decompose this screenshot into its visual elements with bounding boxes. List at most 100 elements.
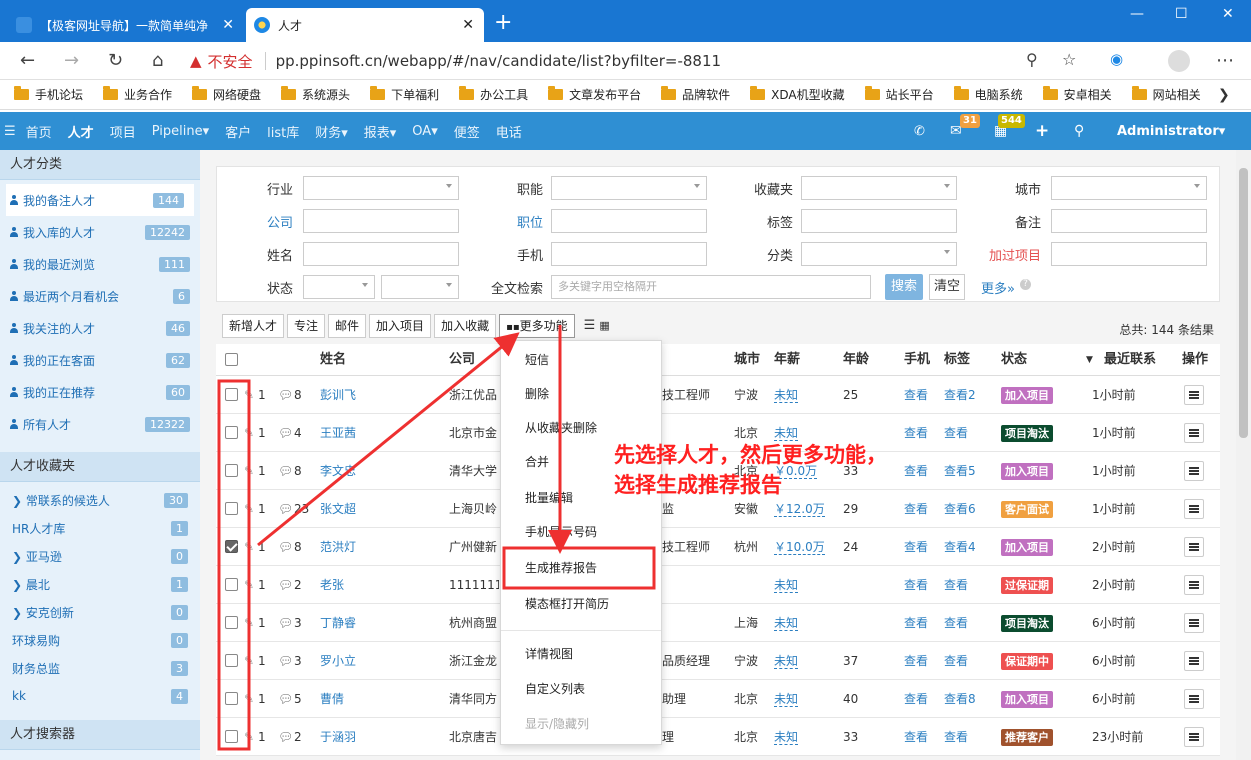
view-phone-link[interactable]: 查看 bbox=[904, 452, 928, 490]
bookmark[interactable]: XDA机型收藏 bbox=[750, 86, 845, 103]
view-phone-link[interactable]: 查看 bbox=[904, 642, 928, 680]
extension-icon[interactable]: ◉ bbox=[1110, 50, 1123, 68]
url-field[interactable]: ▲ 不安全 pp.ppinsoft.cn/webapp/#/nav/candid… bbox=[190, 46, 1090, 76]
sidebar-item[interactable]: 我入库的人才 12242 bbox=[0, 216, 200, 248]
sidebar-item[interactable]: 我的正在推荐 60 bbox=[0, 376, 200, 408]
table-row[interactable]: ✎ 1 💬︎2 老张 11111111 未知 查看查看 过保证期 2小时前 bbox=[216, 566, 1220, 604]
comment-icon[interactable]: 💬︎ bbox=[278, 604, 293, 642]
row-menu-icon[interactable] bbox=[1184, 423, 1204, 443]
candidate-name-link[interactable]: 罗小立 bbox=[320, 642, 356, 680]
pencil-icon[interactable]: ✎ bbox=[244, 414, 254, 452]
row-checkbox[interactable] bbox=[225, 578, 238, 591]
reload-icon[interactable]: ↻ bbox=[108, 50, 123, 71]
help-icon[interactable]: ? bbox=[1020, 279, 1031, 290]
nav-oa[interactable]: OA▾ bbox=[412, 124, 437, 139]
salary-link[interactable]: 未知 bbox=[774, 730, 799, 745]
comment-icon[interactable]: 💬︎ bbox=[278, 642, 293, 680]
filter-label-link[interactable]: 公司 bbox=[233, 212, 293, 231]
table-row[interactable]: ✎ 1 💬︎ 3 罗小立 浙江金龙 品质经理 宁波 未知 37 查看 查看 保证期中 6小时前 bbox=[216, 642, 1220, 680]
favorite-folder[interactable]: ❯ 安克创新 0 bbox=[0, 598, 200, 626]
col-tag[interactable]: 标签 bbox=[944, 344, 970, 376]
bookmark[interactable]: 网站相关 bbox=[1131, 86, 1201, 103]
salary-link[interactable]: ￥10.0万 bbox=[774, 540, 825, 555]
row-checkbox[interactable] bbox=[225, 426, 238, 439]
favorite-folder[interactable]: kk 4 bbox=[0, 682, 200, 710]
table-row[interactable]: ✎ 1 💬︎ 2 于涵羽 北京唐吉 理 北京 未知 33 查看 查看 推荐客户 23小时前 bbox=[216, 718, 1220, 756]
sidebar-item[interactable]: 所有人才 12322 bbox=[0, 408, 200, 440]
comment-icon[interactable]: 💬︎ bbox=[278, 680, 293, 718]
row-menu-icon[interactable] bbox=[1184, 537, 1204, 557]
back-icon[interactable]: ← bbox=[20, 50, 35, 71]
pencil-icon[interactable]: ✎ bbox=[244, 528, 254, 566]
new-tab-button[interactable]: + bbox=[494, 10, 512, 35]
view-tag-link[interactable]: 查看 bbox=[944, 414, 968, 452]
row-menu-icon[interactable] bbox=[1184, 689, 1204, 709]
bookmark[interactable]: 站长平台 bbox=[864, 86, 934, 103]
minimize-icon[interactable]: — bbox=[1130, 6, 1144, 22]
tag-input[interactable] bbox=[801, 209, 957, 233]
status-select-2[interactable] bbox=[381, 275, 459, 299]
pencil-icon[interactable]: ✎ bbox=[244, 490, 254, 528]
favorite-folder[interactable]: ❯ 亚马逊 0 bbox=[0, 542, 200, 570]
category-select[interactable] bbox=[801, 242, 957, 266]
pencil-icon[interactable]: ✎ bbox=[244, 452, 254, 490]
menu-item-generate-report[interactable]: 生成推荐报告 bbox=[501, 551, 661, 585]
favorite-folder[interactable]: HR人才库 1 bbox=[0, 514, 200, 542]
row-menu-icon[interactable] bbox=[1184, 461, 1204, 481]
nav-list[interactable]: list库 bbox=[267, 122, 299, 141]
bookmark[interactable]: 网络硬盘 bbox=[192, 86, 261, 103]
pencil-icon[interactable]: ✎ bbox=[244, 604, 254, 642]
salary-link[interactable]: 未知 bbox=[774, 616, 799, 631]
search-icon[interactable]: ⚲ bbox=[1074, 112, 1084, 150]
nav-project[interactable]: 项目 bbox=[110, 122, 136, 141]
pencil-icon[interactable]: ✎ bbox=[244, 566, 254, 604]
focus-button[interactable]: 专注 bbox=[287, 314, 326, 338]
salary-link[interactable]: 未知 bbox=[774, 692, 799, 707]
row-checkbox[interactable] bbox=[225, 388, 238, 401]
view-tag-link[interactable]: 查看4 bbox=[944, 528, 976, 566]
star-icon[interactable]: ☆ bbox=[1062, 50, 1076, 69]
favorite-folder[interactable]: ❯ 常联系的候选人 30 bbox=[0, 486, 200, 514]
candidate-name-link[interactable]: 王亚茜 bbox=[320, 414, 356, 452]
nav-phone[interactable]: 电话 bbox=[496, 122, 522, 141]
view-phone-link[interactable]: 查看 bbox=[904, 718, 928, 756]
salary-link[interactable]: 未知 bbox=[774, 426, 799, 441]
pencil-icon[interactable]: ✎ bbox=[244, 680, 254, 718]
view-tag-link[interactable]: 查看 bbox=[944, 566, 968, 604]
view-tag-link[interactable]: 查看6 bbox=[944, 490, 976, 528]
menu-item-delete[interactable]: 删除 bbox=[501, 377, 661, 411]
table-row[interactable]: ✎ 1 💬︎ 8 范洪灯 广州健新 技工程师 杭州 ￥10.0万 24 查看 查看4 加入项目 2小时前 bbox=[216, 528, 1220, 566]
bookmark[interactable]: 品牌软件 bbox=[661, 86, 730, 103]
row-checkbox[interactable] bbox=[225, 540, 238, 553]
add-talent-button[interactable]: 新增人才 bbox=[222, 314, 285, 338]
filter-label-link[interactable]: 职位 bbox=[483, 212, 543, 231]
candidate-name-link[interactable]: 张文超 bbox=[320, 490, 356, 528]
nav-notes[interactable]: 便签 bbox=[454, 122, 480, 141]
row-menu-icon[interactable] bbox=[1184, 651, 1204, 671]
browser-tab-2[interactable]: 人才 ✕ bbox=[246, 8, 484, 42]
pencil-icon[interactable]: ✎ bbox=[244, 376, 254, 414]
added-project-input[interactable] bbox=[1051, 242, 1207, 266]
sidebar-item[interactable]: 我的最近浏览 111 bbox=[0, 248, 200, 280]
view-phone-link[interactable]: 查看 bbox=[904, 414, 928, 452]
menu-item-custom-list[interactable]: 自定义列表 bbox=[501, 672, 661, 706]
add-to-project-button[interactable]: 加入项目 bbox=[369, 314, 432, 338]
col-age[interactable]: 年龄 bbox=[843, 344, 869, 376]
select-all-checkbox[interactable] bbox=[225, 353, 238, 366]
user-menu[interactable]: Administrator▾ bbox=[1117, 112, 1225, 150]
col-salary[interactable]: 年薪 bbox=[774, 344, 800, 376]
row-menu-icon[interactable] bbox=[1184, 613, 1204, 633]
grid-view-icon[interactable]: ▦ bbox=[599, 314, 609, 338]
bookmark[interactable]: 电脑系统 bbox=[953, 86, 1023, 103]
more-functions-button[interactable]: ▪▪更多功能 bbox=[499, 314, 575, 338]
row-checkbox[interactable] bbox=[225, 464, 238, 477]
table-row[interactable]: ✎ 1 💬︎ 8 彭训飞 浙江优品 技工程师 宁波 未知 25 查看 查看2 加入项目 1小时前 bbox=[216, 376, 1220, 414]
maximize-icon[interactable]: ☐ bbox=[1175, 6, 1188, 22]
position-select[interactable] bbox=[551, 176, 707, 200]
note-input[interactable] bbox=[1051, 209, 1207, 233]
menu-dots-icon[interactable]: ⋯ bbox=[1216, 50, 1234, 71]
bookmark[interactable]: 系统源头 bbox=[281, 86, 350, 103]
view-phone-link[interactable]: 查看 bbox=[904, 490, 928, 528]
candidate-name-link[interactable]: 李文忠 bbox=[320, 452, 356, 490]
view-tag-link[interactable]: 查看 bbox=[944, 718, 968, 756]
